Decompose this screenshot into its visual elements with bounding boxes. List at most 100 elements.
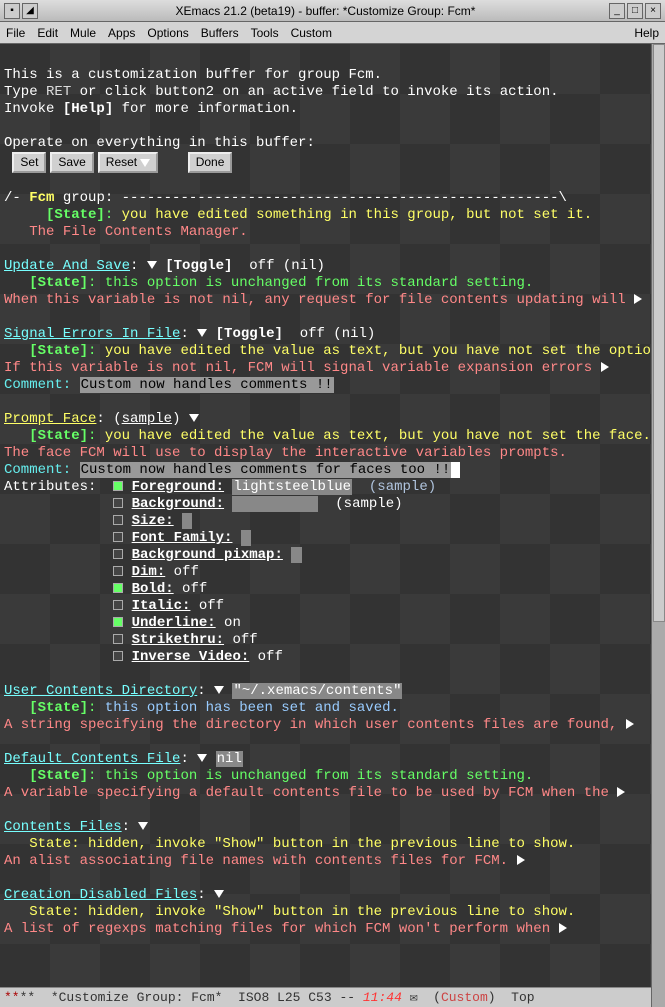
attr-bp-label[interactable]: Background pixmap:	[132, 547, 283, 563]
intro-l2a: Type	[4, 84, 46, 100]
intro-l2c: or click button2 on an active field to i…	[71, 84, 558, 100]
menu-mule[interactable]: Mule	[70, 26, 96, 40]
checkbox[interactable]	[113, 617, 123, 627]
checkbox[interactable]	[113, 481, 123, 491]
state-text: State: hidden, invoke "Show" button in t…	[4, 904, 575, 920]
buffer-content[interactable]: This is a customization buffer for group…	[0, 44, 651, 1007]
menu-edit[interactable]: Edit	[37, 26, 58, 40]
menu-file[interactable]: File	[6, 26, 25, 40]
state-text: State: hidden, invoke "Show" button in t…	[4, 836, 575, 852]
chevron-down-icon[interactable]	[214, 686, 224, 694]
intro-l3c: for more information.	[113, 101, 298, 117]
state-label[interactable]: [State]	[29, 275, 88, 291]
comment-field[interactable]: Custom now handles comments for faces to…	[80, 462, 452, 478]
window-close-icon[interactable]: ×	[645, 3, 661, 19]
attr-fg-label[interactable]: Foreground:	[132, 479, 224, 495]
checkbox[interactable]	[113, 600, 123, 610]
option-default-contents-file[interactable]: Default Contents File	[4, 751, 180, 767]
scrollbar-thumb[interactable]	[653, 44, 665, 622]
chevron-down-icon[interactable]	[214, 890, 224, 898]
window-maximize-icon[interactable]: □	[627, 3, 643, 19]
option-desc: An alist associating file names with con…	[4, 853, 508, 869]
more-icon[interactable]	[617, 787, 625, 797]
menu-apps[interactable]: Apps	[108, 26, 135, 40]
more-icon[interactable]	[517, 855, 525, 865]
window-pin-icon[interactable]: ◢	[22, 3, 38, 19]
option-user-contents-dir[interactable]: User Contents Directory	[4, 683, 197, 699]
attr-size-label[interactable]: Size:	[132, 513, 174, 529]
attr-fg-value[interactable]: lightsteelblue	[232, 479, 352, 495]
menu-help[interactable]: Help	[634, 26, 659, 40]
chevron-down-icon[interactable]	[138, 822, 148, 830]
checkbox[interactable]	[113, 515, 123, 525]
attr-bg-value[interactable]	[232, 496, 318, 512]
checkbox[interactable]	[113, 498, 123, 508]
chevron-down-icon[interactable]	[197, 754, 207, 762]
option-update-and-save[interactable]: Update And Save	[4, 258, 130, 274]
menu-custom[interactable]: Custom	[291, 26, 332, 40]
attr-under-value: on	[224, 615, 241, 631]
more-icon[interactable]	[626, 719, 634, 729]
attr-bold-label[interactable]: Bold:	[132, 581, 174, 597]
checkbox[interactable]	[113, 651, 123, 661]
toggle-button[interactable]: [Toggle]	[216, 326, 283, 342]
attr-iv-label[interactable]: Inverse Video:	[132, 649, 250, 665]
dcf-value[interactable]: nil	[216, 751, 243, 767]
more-icon[interactable]	[559, 923, 567, 933]
chevron-down-icon[interactable]	[189, 414, 199, 422]
option-signal-errors[interactable]: Signal Errors In File	[4, 326, 180, 342]
group-desc: The File Contents Manager.	[29, 224, 247, 240]
vertical-scrollbar[interactable]	[651, 44, 665, 1007]
state-label[interactable]: [State]	[29, 343, 88, 359]
group-name[interactable]: Fcm	[29, 190, 54, 206]
intro-l2b: RET	[46, 84, 71, 100]
menu-bar: File Edit Mule Apps Options Buffers Tool…	[0, 22, 665, 44]
ucd-value[interactable]: "~/.xemacs/contents"	[232, 683, 402, 699]
menu-tools[interactable]: Tools	[251, 26, 279, 40]
attr-under-label[interactable]: Underline:	[132, 615, 216, 631]
comment-field[interactable]: Custom now handles comments !!	[80, 377, 334, 393]
more-icon[interactable]	[601, 362, 609, 372]
mode-line[interactable]: **** *Customize Group: Fcm* ISO8 L25 C53…	[0, 987, 651, 1007]
attr-italic-label[interactable]: Italic:	[132, 598, 191, 614]
toggle-button[interactable]: [Toggle]	[165, 258, 232, 274]
more-icon[interactable]	[634, 294, 642, 304]
help-button[interactable]: [Help]	[63, 101, 113, 117]
option-prompt-face[interactable]: Prompt Face	[4, 411, 96, 427]
attr-strike-label[interactable]: Strikethru:	[132, 632, 224, 648]
option-desc: A list of regexps matching files for whi…	[4, 921, 550, 937]
attr-fg-sample: (sample)	[369, 479, 436, 495]
reset-button[interactable]: Reset	[98, 152, 159, 173]
option-contents-files[interactable]: Contents Files	[4, 819, 122, 835]
done-button[interactable]: Done	[188, 152, 233, 173]
menu-buffers[interactable]: Buffers	[201, 26, 239, 40]
modeline-time: 11:44	[363, 990, 402, 1005]
state-label[interactable]: [State]	[29, 768, 88, 784]
attr-bg-label[interactable]: Background:	[132, 496, 224, 512]
toggle-val: off (nil)	[300, 326, 376, 342]
set-button[interactable]: Set	[12, 152, 46, 173]
save-button[interactable]: Save	[50, 152, 93, 173]
checkbox[interactable]	[113, 566, 123, 576]
state-label[interactable]: [State]	[29, 428, 88, 444]
attr-ff-value[interactable]	[241, 530, 251, 546]
modeline-mail: ✉ (	[402, 990, 441, 1005]
checkbox[interactable]	[113, 634, 123, 644]
checkbox[interactable]	[113, 583, 123, 593]
option-creation-disabled[interactable]: Creation Disabled Files	[4, 887, 197, 903]
state-label[interactable]: [State]	[29, 700, 88, 716]
window-menu-icon[interactable]: ▪	[4, 3, 20, 19]
attr-dim-label[interactable]: Dim:	[132, 564, 166, 580]
group-state-label[interactable]: [State]	[46, 207, 105, 223]
intro-l3a: Invoke	[4, 101, 63, 117]
chevron-down-icon[interactable]	[197, 329, 207, 337]
attr-bp-value[interactable]	[291, 547, 301, 563]
chevron-down-icon[interactable]	[147, 261, 157, 269]
group-line-a: /-	[4, 190, 29, 206]
window-minimize-icon[interactable]: _	[609, 3, 625, 19]
checkbox[interactable]	[113, 532, 123, 542]
checkbox[interactable]	[113, 549, 123, 559]
menu-options[interactable]: Options	[147, 26, 188, 40]
attr-ff-label[interactable]: Font Family:	[132, 530, 233, 546]
attr-size-value[interactable]	[182, 513, 192, 529]
